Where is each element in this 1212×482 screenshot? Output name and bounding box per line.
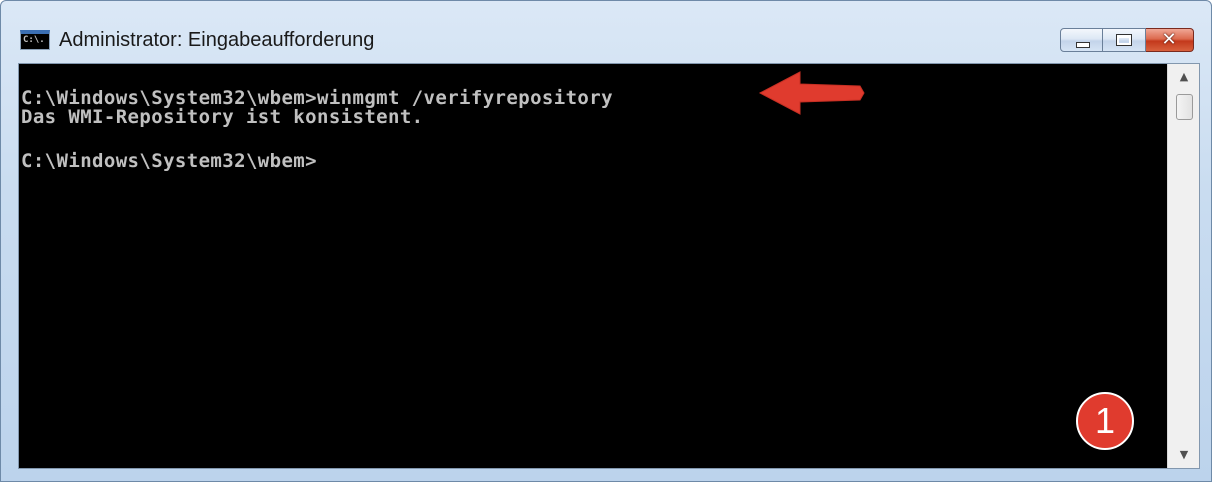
red-arrow-icon (758, 71, 865, 115)
maximize-button[interactable] (1103, 28, 1146, 52)
console-line-prompt[interactable]: C:\Windows\System32\wbem> (21, 150, 317, 172)
console-frame: C:\Windows\System32\wbem>winmgmt /verify… (18, 63, 1200, 469)
command-prompt-icon[interactable]: C:\. (20, 30, 50, 50)
scroll-down-icon[interactable]: ▼ (1168, 444, 1200, 466)
console-output[interactable]: C:\Windows\System32\wbem>winmgmt /verify… (19, 64, 1167, 468)
maximize-icon (1116, 34, 1132, 46)
close-button[interactable]: ✕ (1146, 28, 1194, 52)
step-number-badge: 1 (1076, 392, 1134, 450)
console-line-result: Das WMI-Repository ist konsistent. (21, 106, 424, 128)
command-prompt-icon-text: C:\. (23, 35, 45, 45)
red-arrow-annotation (758, 71, 865, 115)
scroll-thumb[interactable] (1176, 94, 1193, 120)
scroll-up-icon[interactable]: ▲ (1168, 66, 1200, 88)
cmd-window: C:\. Administrator: Eingabeaufforderung … (0, 0, 1212, 482)
vertical-scrollbar[interactable]: ▲ ▼ (1167, 64, 1199, 468)
title-bar[interactable]: C:\. Administrator: Eingabeaufforderung … (1, 1, 1211, 61)
minimize-icon (1076, 42, 1090, 48)
window-controls: ✕ (1060, 28, 1194, 52)
window-title: Administrator: Eingabeaufforderung (59, 29, 375, 51)
close-icon: ✕ (1161, 29, 1177, 50)
minimize-button[interactable] (1060, 28, 1103, 52)
